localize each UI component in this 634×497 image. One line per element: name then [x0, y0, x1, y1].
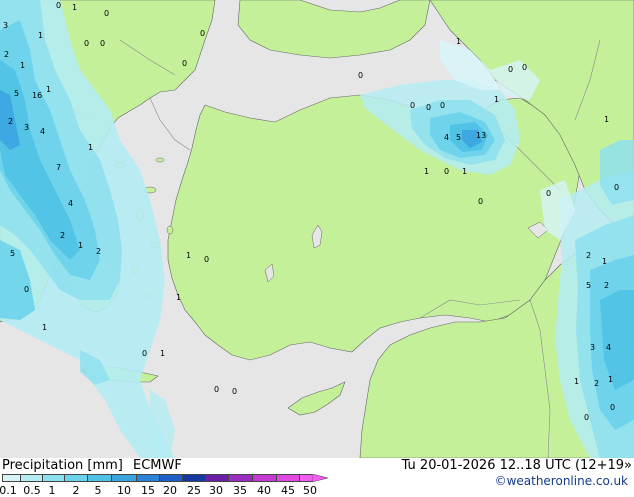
precip-value-label: 0	[84, 39, 89, 48]
precip-value-label: 0	[426, 103, 431, 112]
scale-swatch	[276, 474, 299, 482]
precip-value-label: 1	[494, 95, 499, 104]
precip-value-label: 2	[4, 50, 9, 59]
scale-swatch	[136, 474, 159, 482]
precip-value-label: 0	[546, 189, 551, 198]
precip-value-label: 0	[522, 63, 527, 72]
scale-tick-label: 0.1	[0, 484, 17, 497]
scale-swatch	[2, 474, 20, 482]
legend-model-text: ECMWF	[133, 458, 182, 473]
scale-tick-label: 15	[141, 484, 155, 497]
scale-tick-label: 25	[187, 484, 201, 497]
precip-value-label: 0	[214, 385, 219, 394]
precip-value-label: 0	[584, 413, 589, 422]
precip-value-label: 5	[586, 281, 591, 290]
scale-swatch	[182, 474, 205, 482]
precip-value-label: 3	[590, 343, 595, 352]
precip-value-label: 0	[610, 403, 615, 412]
scale-swatch	[159, 474, 182, 482]
precip-value-label: 4	[68, 199, 73, 208]
legend-title: Precipitation [mm] ECMWF	[2, 458, 182, 473]
precip-value-label: 1	[456, 37, 461, 46]
precip-value-label: 4	[606, 343, 611, 352]
precip-value-label: 2	[586, 251, 591, 260]
precip-value-label: 5	[10, 249, 15, 258]
scale-swatch	[299, 474, 312, 482]
scale-tick-label: 40	[257, 484, 271, 497]
precip-value-label: 1	[42, 323, 47, 332]
precip-value-label: 3	[3, 21, 8, 30]
precip-value-label: 0	[440, 101, 445, 110]
precip-value-label: 7	[56, 163, 61, 172]
precip-value-label: 1	[602, 257, 607, 266]
precip-value-label: 13	[476, 131, 486, 140]
precip-value-label: 0	[358, 71, 363, 80]
scale-swatch	[228, 474, 252, 482]
precip-value-label: 0	[478, 197, 483, 206]
precip-value-label: 4	[40, 127, 45, 136]
scale-swatch	[111, 474, 136, 482]
precip-value-label: 1	[78, 241, 83, 250]
legend-title-text: Precipitation [mm]	[2, 458, 123, 473]
precip-value-label: 1	[604, 115, 609, 124]
precip-value-label: 1	[160, 349, 165, 358]
precip-value-label: 1	[20, 61, 25, 70]
precip-value-label: 2	[8, 117, 13, 126]
scale-swatch	[252, 474, 276, 482]
precip-value-label: 1	[176, 293, 181, 302]
scale-tick-label: 0.5	[23, 484, 41, 497]
precip-value-label: 0	[444, 167, 449, 176]
scale-swatch	[64, 474, 87, 482]
precip-value-label: 0	[508, 65, 513, 74]
scale-tick-label: 1	[48, 484, 56, 497]
precip-value-label: 0	[142, 349, 147, 358]
precipitation-map: 0 10310 0215 16123 4174521201000100104 5 130 01…	[0, 0, 634, 458]
precip-value-label: 1	[574, 377, 579, 386]
scale-tick-label: 5	[94, 484, 102, 497]
precip-value-label: 1	[186, 251, 191, 260]
precip-value-label: 1	[608, 375, 613, 384]
scale-tick-label: 10	[117, 484, 131, 497]
precip-value-label: 1	[462, 167, 467, 176]
precip-value-label: 0	[100, 39, 105, 48]
precip-value-label: 1	[38, 31, 43, 40]
precip-value-label: 0	[614, 183, 619, 192]
scale-tick-label: 20	[163, 484, 177, 497]
scale-swatch	[205, 474, 228, 482]
scale-tick-label: 35	[233, 484, 247, 497]
precip-value-label: 0	[56, 1, 61, 10]
precip-value-label: 3	[24, 123, 29, 132]
scale-tick-label: 50	[303, 484, 317, 497]
scale-tick-label: 2	[72, 484, 80, 497]
precip-value-label: 2	[604, 281, 609, 290]
scale-tick-label: 30	[209, 484, 223, 497]
precip-value-label: 0	[182, 59, 187, 68]
precip-value-label: 2	[60, 231, 65, 240]
precip-value-label: 1	[88, 143, 93, 152]
precip-value-label: 2	[96, 247, 101, 256]
precip-value-label: 16	[32, 91, 42, 100]
precip-value-label: 1	[72, 3, 77, 12]
precip-value-label: 5	[14, 89, 19, 98]
precip-value-label: 0	[232, 387, 237, 396]
precip-value-label: 0	[200, 29, 205, 38]
scale-swatch	[42, 474, 64, 482]
scale-swatch	[87, 474, 111, 482]
legend-valid-time: Tu 20-01-2026 12..18 UTC (12+19»	[401, 458, 632, 473]
scale-swatch	[20, 474, 42, 482]
precip-value-label: 0	[24, 285, 29, 294]
precip-value-label: 5	[456, 133, 461, 142]
precip-value-label: 1	[46, 85, 51, 94]
precip-value-label: 1	[424, 167, 429, 176]
scale-tick-label: 45	[281, 484, 295, 497]
precip-value-label: 0	[204, 255, 209, 264]
precip-value-label: 0	[410, 101, 415, 110]
scale-arrow-icon	[312, 474, 329, 483]
precip-value-label: 4	[444, 133, 449, 142]
precip-value-label: 2	[594, 379, 599, 388]
credit-link[interactable]: ©weatheronline.co.uk	[495, 474, 628, 488]
precip-value-label: 0	[104, 9, 109, 18]
